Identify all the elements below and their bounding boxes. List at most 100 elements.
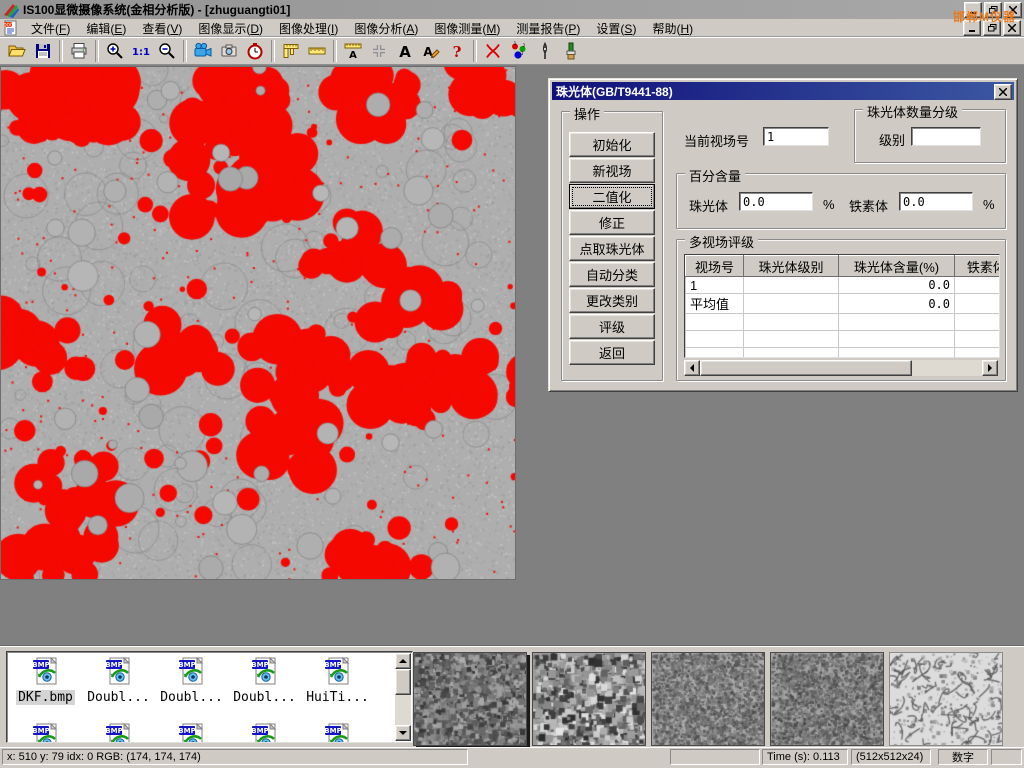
thumbnail-3[interactable] xyxy=(651,652,765,746)
text-button[interactable]: A xyxy=(392,39,418,63)
scroll-up-button[interactable] xyxy=(395,653,411,669)
file-label[interactable]: Doubl... xyxy=(158,690,225,705)
file-item-row2-5[interactable]: BMP xyxy=(301,722,374,743)
pearlite-input[interactable] xyxy=(739,192,813,211)
menu-4[interactable]: 图像显示(D) xyxy=(190,19,271,38)
bmp-file-icon: BMP xyxy=(323,722,353,743)
file-list[interactable]: BMPDKF.bmpBMPDoubl...BMPDoubl...BMPDoubl… xyxy=(6,651,413,743)
pen-button[interactable] xyxy=(532,39,558,63)
table-row[interactable] xyxy=(686,348,1001,359)
thumbnail-1[interactable] xyxy=(413,652,527,746)
file-label[interactable]: DKF.bmp xyxy=(16,690,75,705)
toolbar-separator xyxy=(333,40,337,62)
file-item-1[interactable]: BMP DKF.bmp xyxy=(9,656,82,718)
thumbnail-5[interactable] xyxy=(889,652,1003,746)
svg-text:3: 3 xyxy=(521,51,524,56)
ruler-button[interactable] xyxy=(304,39,330,63)
scroll-right-button[interactable] xyxy=(982,360,998,376)
scroll-left-button[interactable] xyxy=(684,360,700,376)
op-button-9[interactable]: 返回 xyxy=(569,340,655,365)
save-button[interactable] xyxy=(30,39,56,63)
file-item-row2-2[interactable]: BMP xyxy=(82,722,155,743)
menu-8[interactable]: 测量报告(P) xyxy=(508,19,588,38)
file-item-5[interactable]: BMPHuiTi... xyxy=(301,656,374,718)
file-item-2[interactable]: BMPDoubl... xyxy=(82,656,155,718)
zoom-out-icon xyxy=(157,41,177,61)
actual-size-button[interactable]: 1:1 xyxy=(128,39,154,63)
window-title: IS100显微摄像系统(金相分析版) - [zhuguangti01] xyxy=(23,1,290,18)
video-camera-button[interactable] xyxy=(190,39,216,63)
text-edit-button[interactable]: A xyxy=(418,39,444,63)
svg-text:BMP: BMP xyxy=(178,727,195,735)
current-field-input[interactable] xyxy=(763,127,829,146)
multifield-table[interactable]: 视场号珠光体级别珠光体含量(%)铁素体含量(%)10.0平均值0.0 xyxy=(685,255,1000,358)
op-button-3[interactable]: 二值化 xyxy=(569,184,655,209)
table-horizontal-scrollbar[interactable] xyxy=(684,360,998,376)
grid-button[interactable] xyxy=(366,39,392,63)
bmp-file-icon: BMP xyxy=(104,722,134,743)
measure-text-button[interactable]: A xyxy=(340,39,366,63)
menu-6[interactable]: 图像分析(A) xyxy=(346,19,426,38)
metallographic-image[interactable] xyxy=(1,67,515,579)
operations-group: 操作 初始化新视场二值化修正点取珠光体自动分类更改类别评级返回 xyxy=(561,111,663,381)
zoom-out-button[interactable] xyxy=(154,39,180,63)
menu-5[interactable]: 图像处理(I) xyxy=(271,19,346,38)
menu-7[interactable]: 图像测量(M) xyxy=(426,19,508,38)
grade-group-label: 珠光体数量分级 xyxy=(863,102,962,121)
grade-group: 珠光体数量分级 级别 xyxy=(854,109,1006,163)
menu-3[interactable]: 查看(V) xyxy=(134,19,190,38)
menu-2[interactable]: 编辑(E) xyxy=(78,19,134,38)
text-icon: A xyxy=(395,41,415,61)
file-item-3[interactable]: BMPDoubl... xyxy=(155,656,228,718)
grade-input[interactable] xyxy=(911,127,981,146)
curve-tool-button[interactable] xyxy=(480,39,506,63)
op-button-5[interactable]: 点取珠光体 xyxy=(569,236,655,261)
bmp-file-icon: BMP xyxy=(31,656,61,686)
ferrite-input[interactable] xyxy=(899,192,973,211)
menu-9[interactable]: 设置(S) xyxy=(588,19,644,38)
timer-button[interactable] xyxy=(242,39,268,63)
op-button-8[interactable]: 评级 xyxy=(569,314,655,339)
scrollbar-thumb[interactable] xyxy=(700,360,912,376)
op-button-4[interactable]: 修正 xyxy=(569,210,655,235)
menu-1[interactable]: 文件(F) xyxy=(23,19,78,38)
classify-points-button[interactable]: 123 xyxy=(506,39,532,63)
file-label[interactable]: Doubl... xyxy=(231,690,298,705)
dialog-close-button[interactable] xyxy=(994,84,1012,100)
open-button[interactable] xyxy=(4,39,30,63)
file-label[interactable]: Doubl... xyxy=(85,690,152,705)
table-row[interactable]: 平均值0.0 xyxy=(686,294,1001,314)
table-row[interactable] xyxy=(686,314,1001,331)
file-label[interactable]: HuiTi... xyxy=(304,690,371,705)
op-button-6[interactable]: 自动分类 xyxy=(569,262,655,287)
thumbnail-2[interactable] xyxy=(532,652,646,746)
mode-panel: 数字 xyxy=(938,749,988,765)
file-item-4[interactable]: BMPDoubl... xyxy=(228,656,301,718)
table-row[interactable]: 10.0 xyxy=(686,277,1001,294)
save-icon xyxy=(33,41,53,61)
help-button[interactable]: ? xyxy=(444,39,470,63)
svg-text:2: 2 xyxy=(523,43,526,48)
print-button[interactable] xyxy=(66,39,92,63)
thumbnail-4[interactable] xyxy=(770,652,884,746)
file-scrollbar-thumb[interactable] xyxy=(395,669,411,695)
file-item-row2-3[interactable]: BMP xyxy=(155,722,228,743)
brush-button[interactable] xyxy=(558,39,584,63)
caliper-button[interactable] xyxy=(278,39,304,63)
file-list-scrollbar[interactable] xyxy=(395,653,411,741)
zoom-in-button[interactable] xyxy=(102,39,128,63)
op-button-2[interactable]: 新视场 xyxy=(569,158,655,183)
svg-text:BMP: BMP xyxy=(324,727,341,735)
brush-icon xyxy=(561,41,581,61)
camera-button[interactable] xyxy=(216,39,242,63)
table-row[interactable] xyxy=(686,331,1001,348)
document-icon[interactable]: DOC xyxy=(3,20,19,36)
menu-10[interactable]: 帮助(H) xyxy=(644,19,701,38)
pearlite-dialog: 珠光体(GB/T9441-88) 操作 初始化新视场二值化修正点取珠光体自动分类… xyxy=(548,78,1018,392)
svg-text:DOC: DOC xyxy=(3,23,12,28)
scroll-down-button[interactable] xyxy=(395,725,411,741)
op-button-7[interactable]: 更改类别 xyxy=(569,288,655,313)
file-item-row2-4[interactable]: BMP xyxy=(228,722,301,743)
op-button-1[interactable]: 初始化 xyxy=(569,132,655,157)
file-item-row2-1[interactable]: BMP xyxy=(9,722,82,743)
